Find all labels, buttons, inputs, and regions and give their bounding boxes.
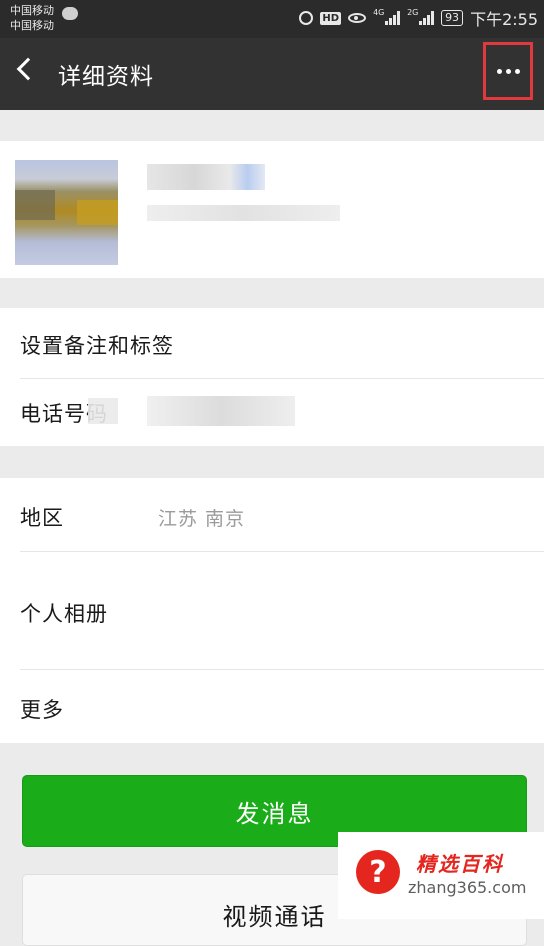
signal-4g-icon: 4G <box>373 8 401 25</box>
back-arrow-icon[interactable] <box>16 57 40 81</box>
region-value: 江苏 南京 <box>158 508 246 530</box>
carrier-2: 中国移动 <box>10 19 54 32</box>
blurred-account-id <box>147 205 340 221</box>
info-group: 地区 江苏 南京 个人相册 更多 <box>0 478 544 743</box>
status-bar: 中国移动 中国移动 HD 4G 2G 93 下午2:55 <box>0 0 544 38</box>
blurred-nickname <box>147 164 265 190</box>
battery-icon: 93 <box>441 10 464 26</box>
watermark-title: 精选百科 <box>416 852 504 876</box>
question-mark-icon: ? <box>356 850 400 894</box>
album-label: 个人相册 <box>20 602 108 626</box>
hd-icon: HD <box>320 11 342 25</box>
region-label: 地区 <box>20 506 64 530</box>
more-label: 更多 <box>20 698 64 722</box>
more-options-button[interactable] <box>483 42 533 100</box>
more-row[interactable]: 更多 <box>0 670 544 743</box>
more-dots-icon <box>496 68 520 74</box>
region-row: 地区 江苏 南京 <box>0 478 544 551</box>
album-row[interactable]: 个人相册 <box>0 552 544 669</box>
blurred-phone-label <box>88 398 118 424</box>
network-4g-label: 4G <box>373 8 385 17</box>
watermark-url: zhang365.com <box>408 878 527 897</box>
eye-icon <box>348 13 367 23</box>
blurred-phone-number <box>147 396 295 426</box>
title-bar: 详细资料 <box>0 38 544 110</box>
network-2g-label: 2G <box>407 8 419 17</box>
alarm-icon <box>299 11 314 25</box>
avatar[interactable] <box>15 160 118 265</box>
carrier-1: 中国移动 <box>10 4 54 17</box>
signal-2g-icon: 2G <box>407 8 435 25</box>
chat-bubble-icon <box>62 7 78 20</box>
page-title: 详细资料 <box>58 64 154 90</box>
status-icons: HD 4G 2G 93 下午2:55 <box>299 8 538 29</box>
remark-tags-label: 设置备注和标签 <box>20 334 174 358</box>
status-time: 下午2:55 <box>470 10 538 29</box>
carrier-info: 中国移动 中国移动 <box>10 3 54 33</box>
watermark: ? 精选百科 zhang365.com <box>338 832 544 919</box>
remark-tags-row[interactable]: 设置备注和标签 <box>0 308 544 378</box>
